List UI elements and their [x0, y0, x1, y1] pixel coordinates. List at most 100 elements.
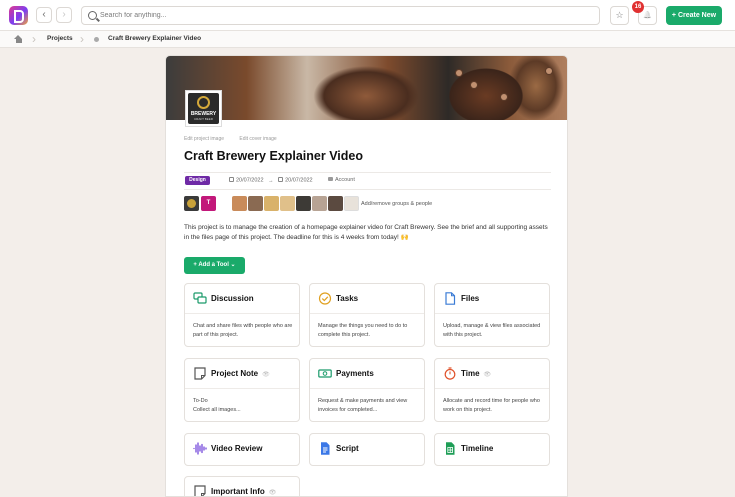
notification-count-badge: 16 — [632, 1, 644, 13]
project-visibility[interactable]: Account — [328, 177, 355, 183]
tool-name-text: Time — [461, 369, 480, 378]
tool-card-project-note[interactable]: Project Note 👁 To-Do Collect all images..… — [184, 358, 300, 422]
logo-sub-text: CRAFT BEER — [194, 117, 213, 121]
project-description: This project is to manage the creation o… — [184, 224, 548, 241]
project-image[interactable]: BREWERY CRAFT BEER — [185, 90, 222, 127]
rivet-decoration — [501, 94, 507, 100]
image-edit-links: Edit project image Edit cover image — [184, 136, 291, 142]
avatar[interactable] — [232, 196, 247, 211]
forward-button[interactable]: › — [56, 7, 72, 23]
tool-card-tasks[interactable]: Tasks Manage the things you need to do t… — [309, 283, 425, 347]
tool-card-script[interactable]: Script — [309, 433, 425, 466]
project-dates[interactable]: 20/07/2022 → 20/07/2022 — [229, 177, 313, 184]
google-docs-icon — [321, 442, 330, 455]
chat-bubbles-icon — [193, 292, 207, 304]
favorites-button[interactable]: ☆ — [610, 6, 629, 25]
eye-icon[interactable]: 👁 — [484, 372, 492, 378]
tool-card-files[interactable]: Files Upload, manage & view files associ… — [434, 283, 550, 347]
add-tool-button[interactable]: + Add a Tool ⌄ — [184, 257, 245, 274]
eye-icon[interactable]: 👁 — [269, 490, 277, 496]
create-new-button[interactable]: + Create New — [666, 6, 722, 25]
tool-card-timeline[interactable]: Timeline — [434, 433, 550, 466]
cover-image — [166, 56, 567, 120]
start-date: 20/07/2022 — [236, 177, 264, 184]
star-icon: ☆ — [615, 10, 624, 20]
edit-project-image-link[interactable]: Edit project image — [184, 136, 224, 142]
tool-name-text: Project Note — [211, 369, 259, 378]
check-circle-icon — [318, 292, 332, 305]
calendar-icon — [278, 177, 284, 182]
search-bar[interactable] — [81, 6, 600, 25]
tool-card-payments[interactable]: Payments Request & make payments and vie… — [309, 358, 425, 422]
breadcrumb-projects-link[interactable]: Projects — [47, 35, 73, 42]
tool-name: Timeline — [461, 444, 494, 453]
tool-card-header: Time 👁 — [435, 359, 549, 389]
edit-cover-image-link[interactable]: Edit cover image — [239, 136, 276, 142]
breadcrumb-current-project: Craft Brewery Explainer Video — [108, 35, 202, 42]
divider — [184, 189, 551, 190]
note-icon — [194, 485, 206, 496]
breadcrumb-separator-icon: › — [32, 32, 36, 46]
eye-icon[interactable]: 👁 — [262, 372, 270, 378]
app-logo-icon[interactable] — [9, 6, 28, 25]
google-sheets-icon — [446, 442, 455, 455]
top-bar: ‹ › ☆ 🔔 16 + Create New — [0, 0, 735, 31]
chevron-right-icon: › — [62, 9, 66, 20]
visibility-label: Account — [335, 177, 355, 183]
tool-card-discussion[interactable]: Discussion Chat and share files with peo… — [184, 283, 300, 347]
avatar[interactable] — [248, 196, 263, 211]
page-title[interactable]: Craft Brewery Explainer Video — [184, 149, 363, 163]
tool-name: Project Note 👁 — [211, 369, 270, 378]
rivet-decoration — [456, 70, 462, 76]
tool-card-header: Payments — [310, 359, 424, 389]
tool-name: Payments — [336, 369, 374, 378]
tool-name: Important Info 👁 — [211, 487, 276, 496]
back-button[interactable]: ‹ — [36, 7, 52, 23]
avatar[interactable] — [296, 196, 311, 211]
tool-description: Manage the things you need to do to comp… — [318, 323, 408, 338]
note-preview: Collect all images... — [193, 406, 241, 413]
end-date: 20/07/2022 — [285, 177, 313, 184]
rivet-decoration — [546, 68, 552, 74]
arrow-right-icon: → — [268, 177, 274, 184]
avatar[interactable] — [264, 196, 279, 211]
avatar[interactable] — [280, 196, 295, 211]
divider — [184, 172, 551, 173]
tool-card-time[interactable]: Time 👁 Allocate and record time for peopl… — [434, 358, 550, 422]
avatar[interactable] — [312, 196, 327, 211]
tool-description: Request & make payments and view invoice… — [318, 398, 408, 413]
rivet-decoration — [471, 82, 477, 88]
calendar-icon — [229, 177, 234, 182]
avatar[interactable] — [328, 196, 343, 211]
tool-name: Files — [461, 294, 480, 303]
tool-name: Video Review — [211, 444, 263, 453]
tool-card-header: Timeline — [435, 434, 549, 465]
tool-card-header: Important Info 👁 — [185, 477, 299, 496]
tool-card-header: Video Review — [185, 434, 299, 465]
stopwatch-icon — [444, 367, 456, 380]
file-icon — [445, 292, 456, 305]
tool-card-video-review[interactable]: Video Review — [184, 433, 300, 466]
avatar[interactable] — [344, 196, 359, 211]
brewery-logo-icon: BREWERY CRAFT BEER — [188, 93, 219, 124]
tool-description: To-Do Collect all images... — [193, 397, 297, 414]
project-tag-badge[interactable]: Design — [185, 176, 210, 185]
note-icon — [194, 367, 206, 380]
search-icon — [88, 11, 97, 20]
home-icon[interactable] — [14, 35, 23, 43]
avatar[interactable]: T — [201, 196, 216, 211]
tool-name: Time 👁 — [461, 369, 491, 378]
breadcrumb-separator-icon: › — [80, 32, 84, 46]
tool-name-text: Important Info — [211, 487, 265, 496]
project-card: BREWERY CRAFT BEER Edit project image Ed… — [165, 55, 568, 497]
bell-icon: 🔔 — [643, 12, 652, 19]
tool-name: Discussion — [211, 294, 254, 303]
tool-description: Upload, manage & view files associated w… — [443, 323, 541, 338]
tool-card-header: Tasks — [310, 284, 424, 314]
tool-card-important-info[interactable]: Important Info 👁 — [184, 476, 300, 496]
search-input[interactable] — [100, 8, 590, 23]
tool-name: Tasks — [336, 294, 359, 303]
avatar[interactable] — [184, 196, 199, 211]
note-title: To-Do — [193, 398, 208, 404]
add-remove-people-link[interactable]: Add/remove groups & people — [361, 201, 432, 207]
